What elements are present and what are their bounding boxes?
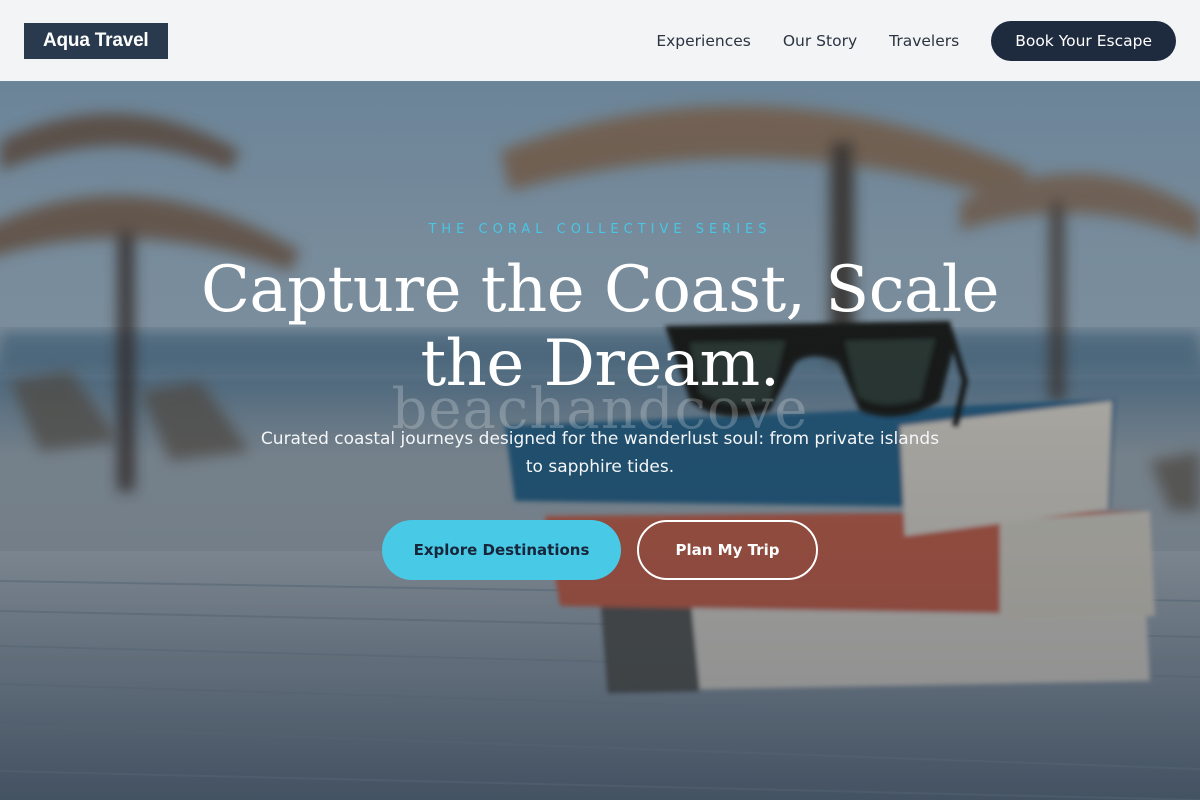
explore-destinations-button[interactable]: Explore Destinations [382,520,621,580]
nav-link-experiences[interactable]: Experiences [656,32,751,50]
nav-link-our-story[interactable]: Our Story [783,32,857,50]
plan-my-trip-button[interactable]: Plan My Trip [637,520,818,580]
hero-eyebrow: THE CORAL COLLECTIVE SERIES [428,222,772,237]
main-nav: Experiences Our Story Travelers Book You… [656,20,1176,61]
hero-content: THE CORAL COLLECTIVE SERIES beachandcove… [0,81,1200,800]
hero-subtext: Curated coastal journeys designed for th… [260,429,940,477]
nav-link-travelers[interactable]: Travelers [889,32,959,50]
book-your-escape-button[interactable]: Book Your Escape [991,20,1176,61]
brand-logo[interactable]: Aqua Travel [24,22,168,59]
hero-section: THE CORAL COLLECTIVE SERIES beachandcove… [0,81,1200,800]
site-header: Aqua Travel Experiences Our Story Travel… [0,0,1200,81]
hero-headline: Capture the Coast, Scale the Dream. [200,253,1000,401]
